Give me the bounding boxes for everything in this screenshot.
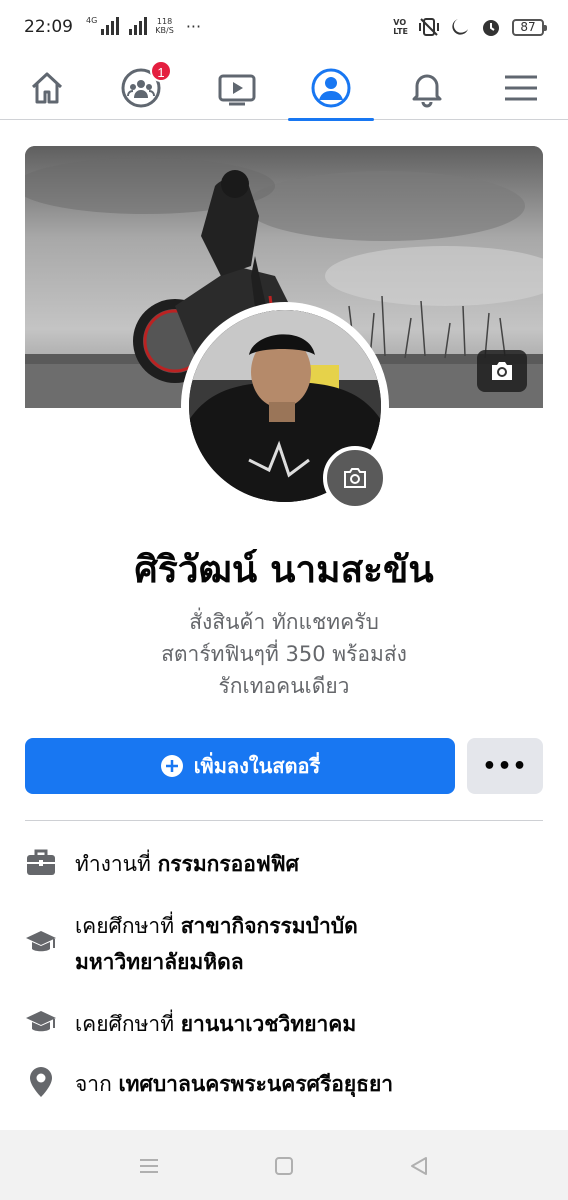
camera-icon	[492, 362, 512, 380]
location-pin-icon	[25, 1066, 57, 1098]
recent-apps-icon	[140, 1159, 158, 1173]
add-to-story-button[interactable]: เพิ่มลงในสตอรี่	[25, 738, 455, 794]
edit-profile-picture-button[interactable]	[323, 446, 387, 510]
network-type: 4G	[86, 16, 98, 25]
detail-prefix: ทำงานที่	[75, 852, 158, 876]
signal-icon	[101, 17, 120, 35]
camera-icon	[344, 468, 366, 488]
detail-prefix: เคยศึกษาที่	[75, 914, 181, 938]
detail-value-line2[interactable]: มหาวิทยาลัยมหิดล	[75, 950, 244, 974]
more-options-button[interactable]: •••	[467, 738, 543, 794]
plus-circle-icon	[160, 755, 183, 777]
detail-text: จาก เทศบาลนครพระนครศรีอยุธยา	[75, 1066, 393, 1102]
bio-line: รักเทอคนเดียว	[218, 674, 350, 698]
detail-prefix: จาก	[75, 1072, 119, 1096]
recent-apps-button[interactable]	[137, 1154, 161, 1178]
edit-cover-button[interactable]	[477, 350, 527, 392]
alarm-icon	[483, 20, 499, 36]
volte-icon: VO LTE	[393, 18, 408, 36]
graduation-cap-icon	[25, 926, 57, 958]
detail-value[interactable]: สาขากิจกรรมบำบัด	[181, 914, 358, 938]
bio-line: สั่งสินค้า ทักแชทครับ	[189, 610, 379, 634]
section-divider	[25, 820, 543, 821]
friends-notification-badge: 1	[150, 60, 172, 82]
home-icon	[31, 72, 63, 104]
detail-value[interactable]: ยานนาเวชวิทยาคม	[181, 1012, 356, 1036]
detail-education-2: เคยศึกษาที่ ยานนาเวชวิทยาคม	[25, 1006, 543, 1042]
profile-icon	[311, 68, 351, 108]
signal-icon-2	[129, 17, 148, 35]
volte-bottom: LTE	[393, 27, 408, 36]
bell-icon	[412, 74, 442, 108]
nav-profile-tab[interactable]	[286, 56, 376, 121]
nav-watch-tab[interactable]	[192, 56, 282, 120]
graduation-cap-icon	[25, 1006, 57, 1038]
profile-name: ศิริวัฒน์ นามสะขัน	[134, 548, 434, 591]
detail-text: เคยศึกษาที่ สาขากิจกรรมบำบัดมหาวิทยาลัยม…	[75, 908, 358, 980]
detail-education-1: เคยศึกษาที่ สาขากิจกรรมบำบัดมหาวิทยาลัยม…	[25, 908, 543, 980]
bio-line: สตาร์ทฟินๆที่ 350 พร้อมส่ง	[161, 642, 407, 666]
speed-unit: KB/S	[155, 26, 174, 35]
detail-hometown: จาก เทศบาลนครพระนครศรีอยุธยา	[25, 1066, 543, 1102]
status-network: 4G 118 KB/S ···	[86, 17, 201, 35]
detail-text: เคยศึกษาที่ ยานนาเวชวิทยาคม	[75, 1006, 356, 1042]
network-speed: 118 KB/S	[155, 17, 174, 35]
vibrate-off-icon	[419, 18, 439, 36]
status-bar: 22:09 4G 118 KB/S ··· VO LTE 87	[0, 0, 568, 56]
status-time: 22:09	[24, 17, 73, 37]
nav-friends-tab[interactable]: 1	[96, 56, 186, 120]
watch-video-icon	[218, 74, 256, 106]
detail-prefix: เคยศึกษาที่	[75, 1012, 181, 1036]
detail-value[interactable]: เทศบาลนครพระนครศรีอยุธยา	[119, 1072, 394, 1096]
nav-home-tab[interactable]	[2, 56, 92, 120]
speed-value: 118	[156, 17, 173, 26]
volte-top: VO	[393, 18, 407, 27]
system-navigation-bar	[0, 1130, 568, 1200]
home-button[interactable]	[272, 1154, 296, 1178]
detail-value[interactable]: กรรมกรออฟฟิศ	[158, 852, 299, 876]
profile-bio: สั่งสินค้า ทักแชทครับ สตาร์ทฟินๆที่ 350 …	[0, 606, 568, 702]
more-status-icon: ···	[185, 17, 202, 36]
menu-icon	[505, 75, 537, 101]
moon-icon	[452, 19, 468, 35]
briefcase-icon	[25, 846, 57, 878]
top-navigation: 1	[0, 56, 568, 121]
nav-notifications-tab[interactable]	[382, 56, 472, 120]
add-to-story-label: เพิ่มลงในสตอรี่	[193, 754, 321, 778]
back-button[interactable]	[407, 1154, 431, 1178]
nav-menu-tab[interactable]	[476, 56, 566, 120]
detail-work: ทำงานที่ กรรมกรออฟฟิศ	[25, 846, 543, 882]
detail-text: ทำงานที่ กรรมกรออฟฟิศ	[75, 846, 299, 882]
battery-indicator: 87	[512, 18, 547, 36]
home-square-icon	[275, 1157, 293, 1175]
back-triangle-icon	[411, 1157, 427, 1175]
